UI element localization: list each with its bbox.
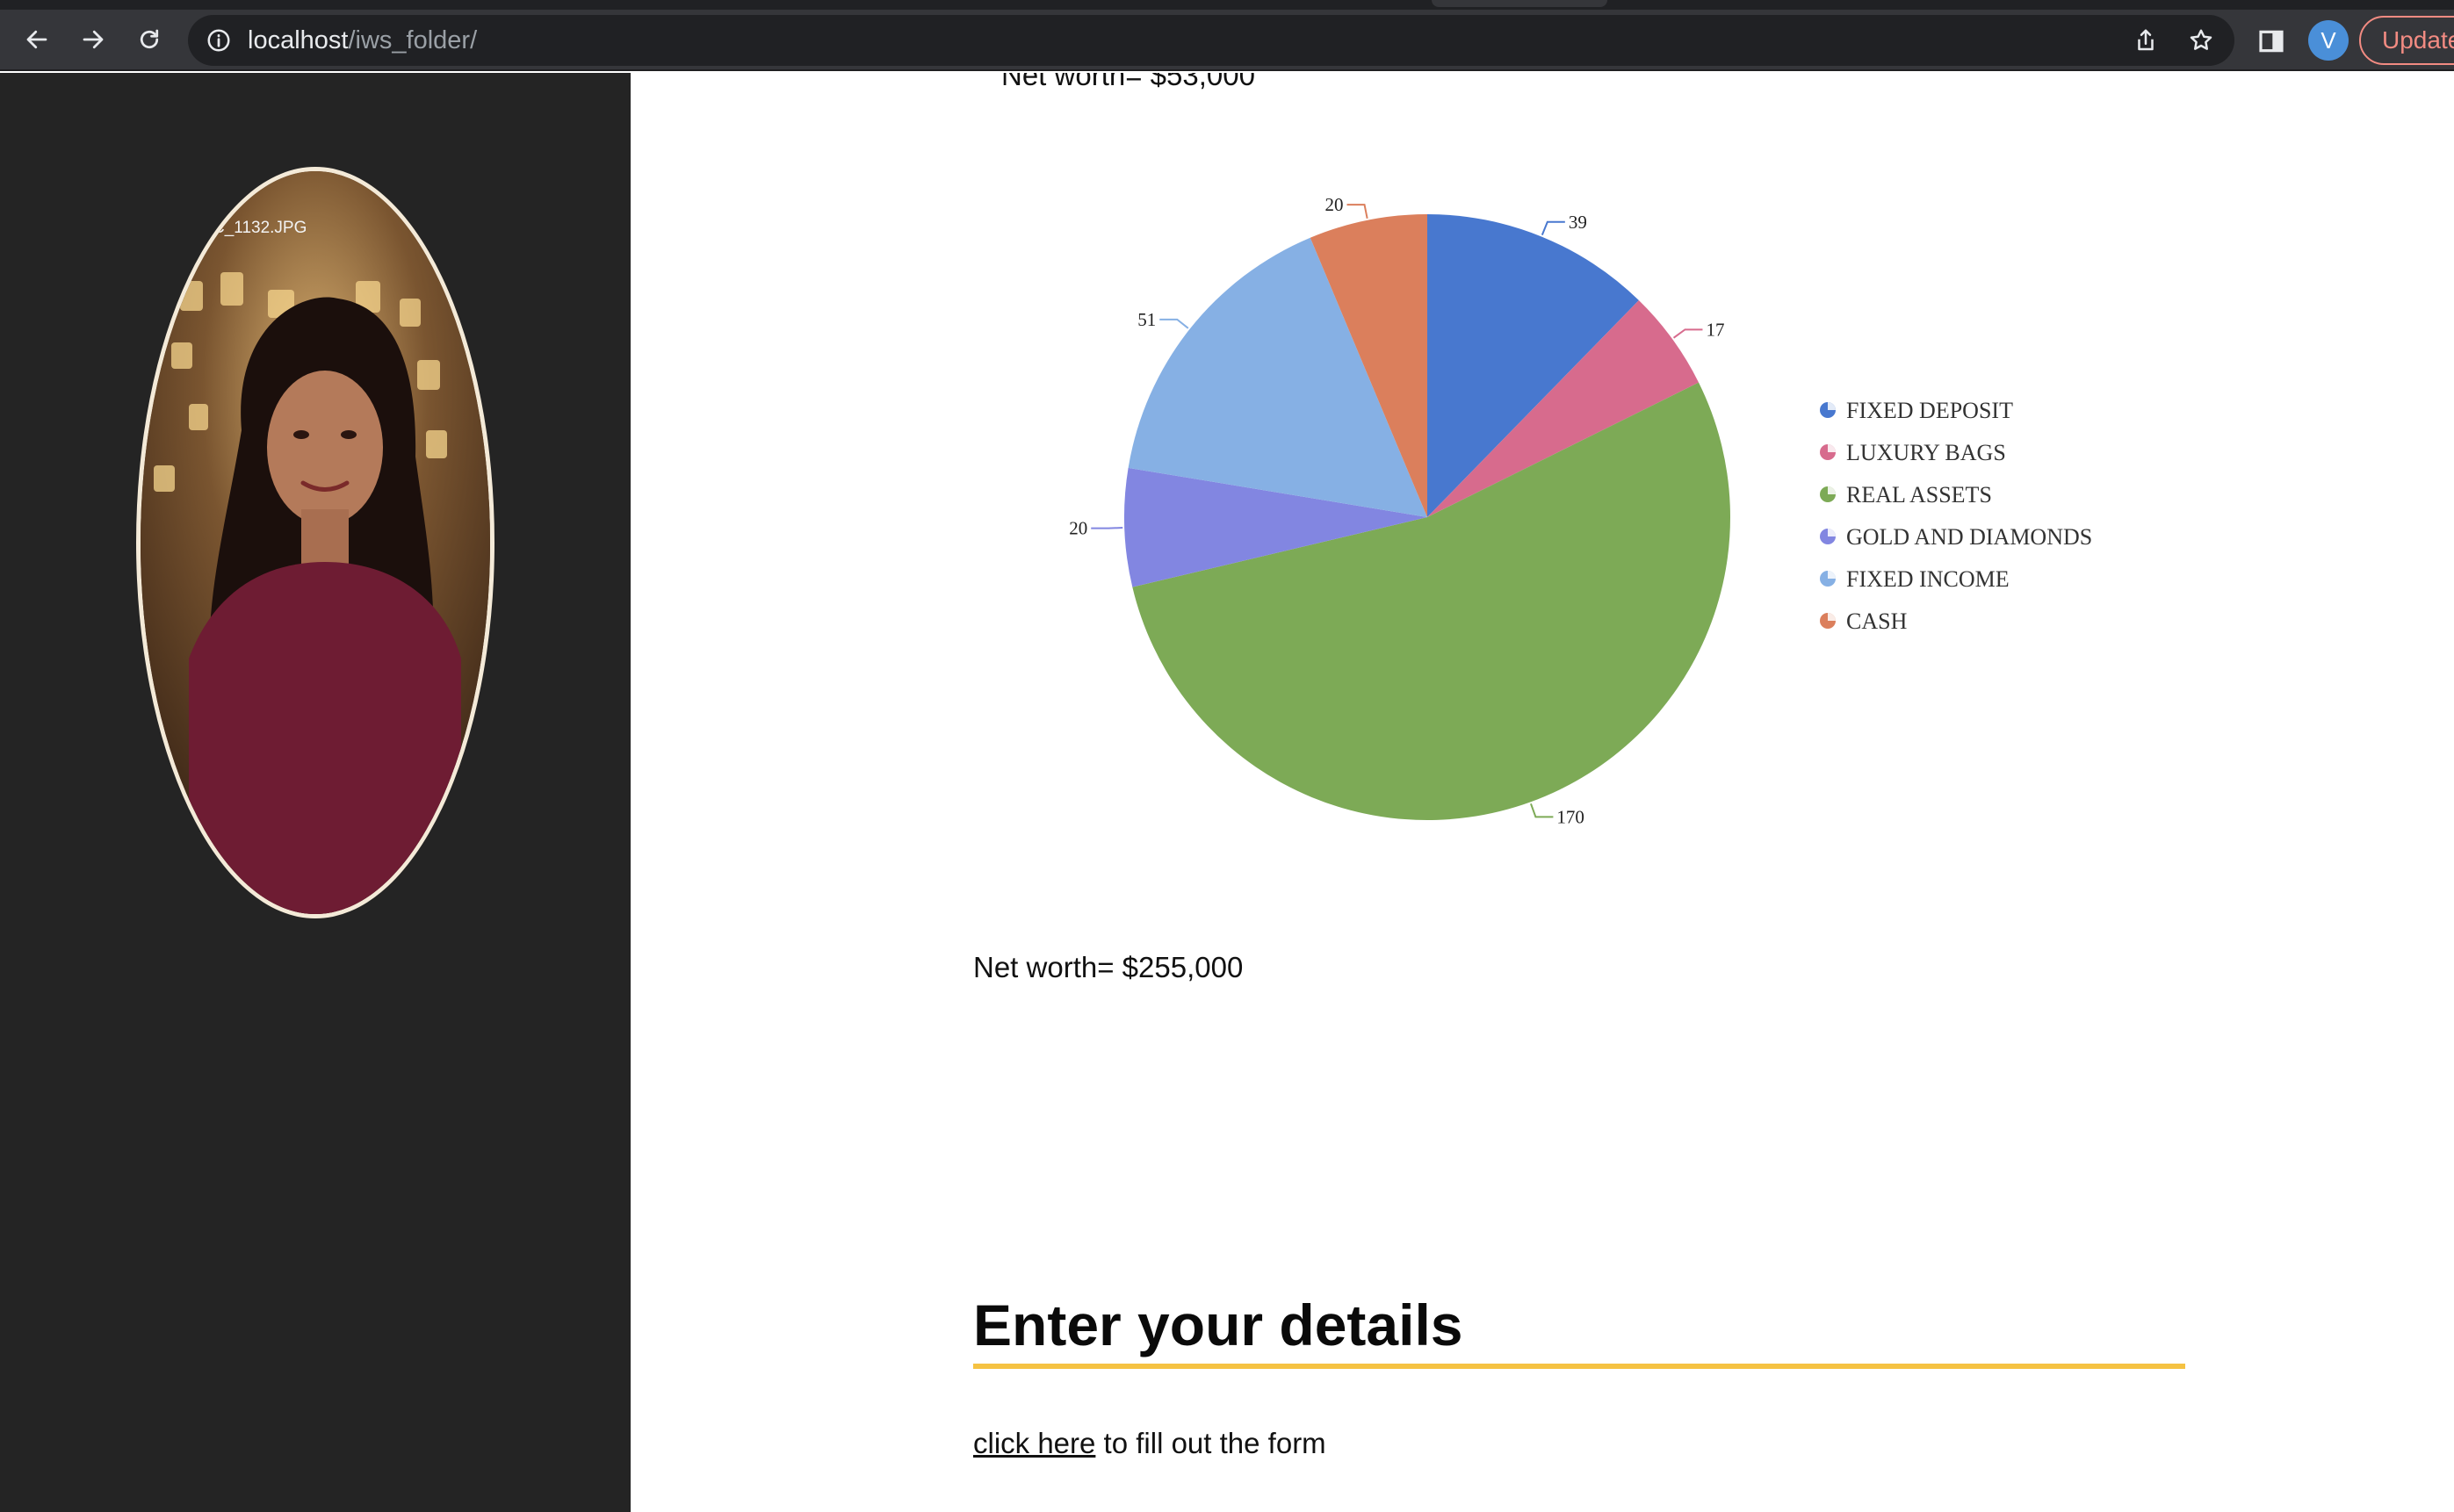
leader-line-cash (1346, 204, 1368, 219)
legend-item-luxury-bags[interactable]: LUXURY BAGS (1820, 440, 2006, 465)
data-label-cash: 20 (1325, 194, 1344, 215)
legend-label-luxury-bags: LUXURY BAGS (1846, 440, 2006, 465)
details-heading: Enter your details (973, 1292, 1463, 1357)
legend-swatch-notch (1828, 486, 1836, 494)
legend-swatch-notch (1828, 613, 1836, 621)
sidebar: C_1132.JPG (0, 73, 631, 1512)
browser-toolbar: localhost/iws_folder/ V Update (0, 10, 2454, 71)
net-worth-bottom: Net worth= $255,000 (973, 951, 1244, 983)
legend-label-gold-and-diamonds: GOLD AND DIAMONDS (1846, 524, 2092, 550)
data-label-luxury-bags: 17 (1706, 319, 1724, 340)
legend-label-fixed-deposit: FIXED DEPOSIT (1846, 398, 2013, 423)
image-filename: C_1132.JPG (213, 219, 307, 237)
address-bar[interactable]: localhost/iws_folder/ (188, 15, 2234, 66)
leader-line-real-assets (1530, 803, 1554, 818)
leader-line-gold-and-diamonds (1091, 527, 1123, 529)
url-host: localhost (248, 26, 349, 54)
legend-item-fixed-deposit[interactable]: FIXED DEPOSIT (1820, 398, 2013, 423)
legend-swatch-notch (1828, 444, 1836, 452)
profile-photo-drawing (141, 171, 490, 914)
tab-edge (1432, 0, 1607, 7)
leader-line-luxury-bags (1672, 328, 1703, 339)
data-label-real-assets: 170 (1556, 806, 1584, 827)
form-link[interactable]: click here (973, 1427, 1095, 1459)
avatar[interactable]: V (2308, 20, 2349, 61)
reload-button[interactable] (130, 20, 169, 59)
arrow-right-icon (83, 30, 104, 49)
share-icon[interactable] (2133, 27, 2159, 54)
data-label-fixed-deposit: 39 (1569, 212, 1587, 233)
form-instructions: click here to fill out the form (973, 1427, 1326, 1460)
url-text[interactable]: localhost/iws_folder/ (248, 26, 477, 54)
back-button[interactable] (18, 20, 56, 59)
legend-swatch-notch (1828, 402, 1836, 410)
forward-button[interactable] (74, 20, 112, 59)
side-panel-icon[interactable] (2257, 27, 2285, 55)
data-label-gold-and-diamonds: 20 (1069, 518, 1087, 539)
main-content: Net worth= $53,000 39 17 170 20 51 20 FIXED DE… (631, 73, 2454, 1512)
leader-line-fixed-deposit (1541, 220, 1565, 235)
bookmark-star-icon[interactable] (2188, 27, 2214, 54)
info-icon[interactable] (206, 27, 232, 54)
legend-swatch-notch (1828, 571, 1836, 579)
form-text: to fill out the form (1095, 1427, 1326, 1459)
profile-photo: C_1132.JPG (136, 167, 494, 918)
legend-item-real-assets[interactable]: REAL ASSETS (1820, 482, 1992, 508)
legend-label-real-assets: REAL ASSETS (1846, 482, 1992, 508)
data-label-fixed-income: 51 (1137, 309, 1156, 330)
url-path: /iws_folder/ (348, 26, 478, 54)
legend-label-fixed-income: FIXED INCOME (1846, 566, 2010, 592)
tab-strip (0, 0, 2454, 10)
legend-item-gold-and-diamonds[interactable]: GOLD AND DIAMONDS (1820, 524, 2092, 550)
legend-swatch-notch (1828, 529, 1836, 536)
update-button[interactable]: Update (2359, 16, 2454, 65)
arrow-left-icon (26, 30, 47, 49)
reload-icon (140, 29, 159, 49)
heading-underline (973, 1364, 2185, 1369)
legend-item-cash[interactable]: CASH (1820, 608, 1908, 634)
legend-label-cash: CASH (1846, 608, 1908, 634)
legend-item-fixed-income[interactable]: FIXED INCOME (1820, 566, 2010, 592)
portfolio-pie-chart: 39 17 170 20 51 20 FIXED DEPOSIT LUXURY BAGS REA… (1069, 194, 2092, 827)
leader-line-fixed-income (1159, 318, 1189, 329)
